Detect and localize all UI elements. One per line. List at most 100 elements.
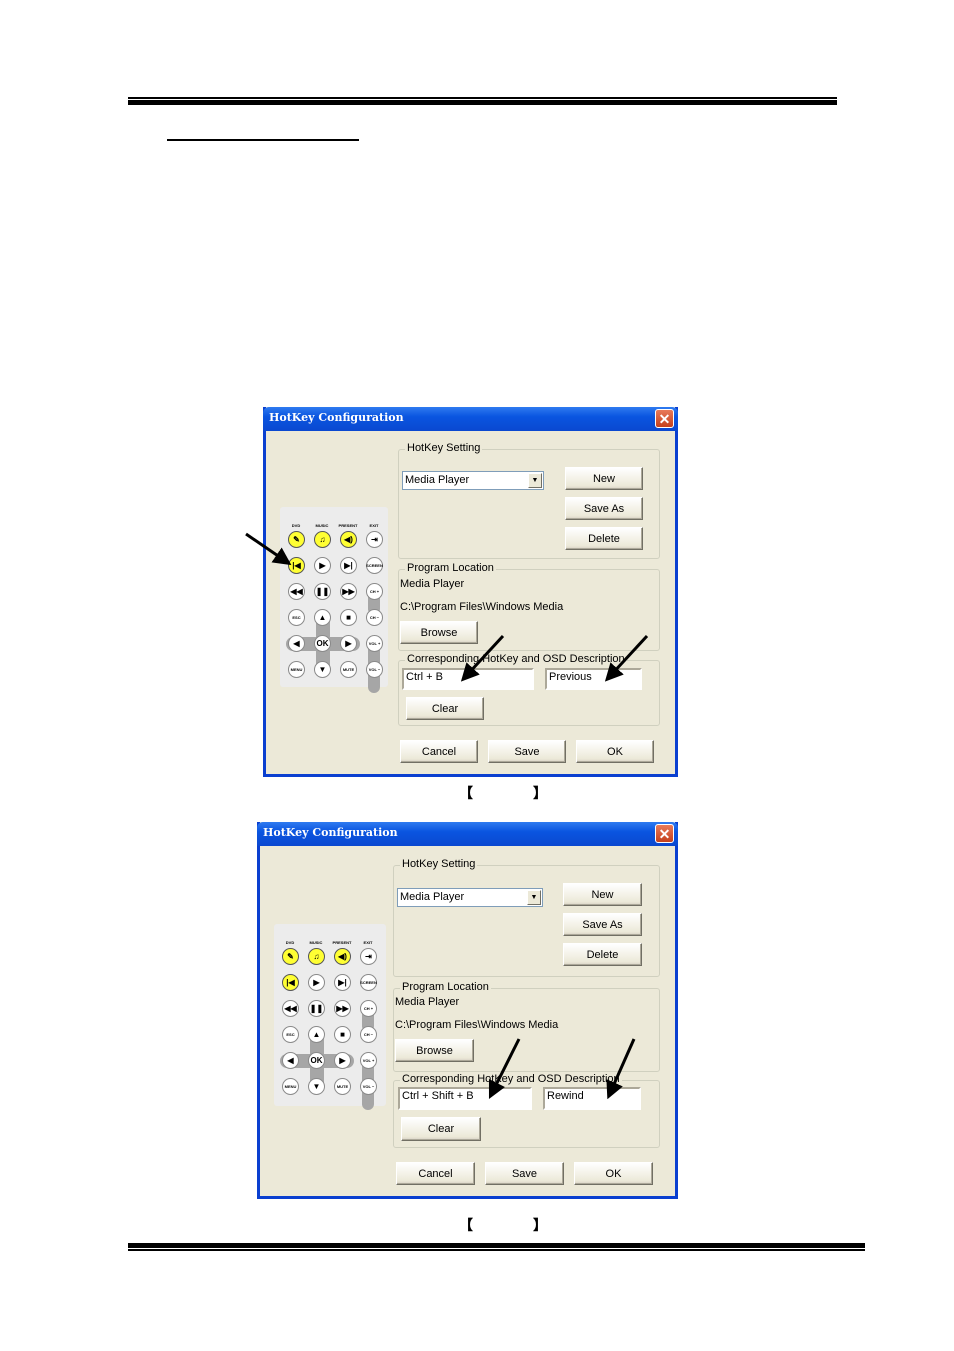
remote-down-button[interactable]: ▼ <box>308 1078 325 1095</box>
save-as-button[interactable]: Save As <box>563 913 642 936</box>
stop-icon: ■ <box>340 1030 345 1039</box>
remote-rewind-button[interactable]: ◀◀ <box>288 583 305 600</box>
title-bar[interactable]: HotKey Configuration ✕ <box>263 407 678 431</box>
osd-description-input[interactable]: Previous <box>545 668 642 690</box>
close-button[interactable]: ✕ <box>655 824 674 843</box>
program-select[interactable]: Media Player ▼ <box>397 888 543 907</box>
remote-menu-button[interactable]: MENU <box>282 1078 299 1095</box>
remote-label-present: PRESENT <box>338 523 358 528</box>
remote-ch-up-button[interactable]: CH + <box>360 1000 377 1017</box>
mute-icon: MUTE <box>336 1084 349 1089</box>
remote-right-button[interactable]: ▶ <box>340 635 357 652</box>
left-icon: ◀ <box>293 639 300 648</box>
remote-screen-button[interactable]: SCREEN <box>366 557 383 574</box>
previous-icon: |◀ <box>292 561 301 570</box>
program-select-value: Media Player <box>400 891 465 903</box>
remote-menu-button[interactable]: MENU <box>288 661 305 678</box>
remote-stop-button[interactable]: ■ <box>340 609 357 626</box>
remote-stop-button[interactable]: ■ <box>334 1026 351 1043</box>
screen-icon: SCREEN <box>360 980 377 985</box>
remote-pause-button[interactable]: ❚❚ <box>314 583 331 600</box>
save-button[interactable]: Save <box>485 1162 564 1185</box>
new-button[interactable]: New <box>565 467 643 490</box>
clear-button[interactable]: Clear <box>406 697 484 720</box>
remote-present-button[interactable]: ◀) <box>340 531 357 548</box>
remote-previous-button[interactable]: |◀ <box>282 974 299 991</box>
down-icon: ▼ <box>318 665 327 674</box>
remote-ch-down-button[interactable]: CH − <box>360 1026 377 1043</box>
remote-up-button[interactable]: ▲ <box>314 609 331 626</box>
close-button[interactable]: ✕ <box>655 409 674 428</box>
chevron-down-icon[interactable]: ▼ <box>528 473 542 488</box>
cancel-button[interactable]: Cancel <box>400 740 478 763</box>
right-icon: ▶ <box>339 1056 346 1065</box>
remote-rewind-button[interactable]: ◀◀ <box>282 1000 299 1017</box>
remote-ch-down-button[interactable]: CH − <box>366 609 383 626</box>
remote-play-button[interactable]: ▶ <box>308 974 325 991</box>
hotkey-input[interactable]: Ctrl + Shift + B <box>398 1087 532 1110</box>
remote-label-exit: EXIT <box>363 940 373 945</box>
ok-button[interactable]: OK <box>574 1162 653 1185</box>
chevron-down-icon[interactable]: ▼ <box>527 890 541 905</box>
ok-button[interactable]: OK <box>576 740 654 763</box>
save-as-button[interactable]: Save As <box>565 497 643 520</box>
program-select[interactable]: Media Player ▼ <box>402 471 544 490</box>
remote-ok-button[interactable]: OK <box>314 635 331 652</box>
browse-button[interactable]: Browse <box>395 1039 474 1062</box>
remote-exit-button[interactable]: ⇥ <box>360 948 377 965</box>
remote-vol-up-button[interactable]: VOL + <box>360 1052 377 1069</box>
ok-icon: OK <box>310 1056 323 1065</box>
menu-icon: MENU <box>284 1084 297 1089</box>
program-name: Media Player <box>400 578 465 590</box>
remote-left-button[interactable]: ◀ <box>288 635 305 652</box>
remote-exit-button[interactable]: ⇥ <box>366 531 383 548</box>
remote-dvd-button[interactable]: ✎ <box>288 531 305 548</box>
ch-up-icon: CH + <box>363 1006 374 1011</box>
clear-button[interactable]: Clear <box>401 1117 481 1141</box>
cancel-button[interactable]: Cancel <box>396 1162 475 1185</box>
section-heading-underline <box>167 139 359 141</box>
remote-down-button[interactable]: ▼ <box>314 661 331 678</box>
remote-music-button[interactable]: ♫ <box>314 531 331 548</box>
vol-down-icon: VOL − <box>368 667 381 672</box>
hotkey-input[interactable]: Ctrl + B <box>402 668 534 690</box>
remote-mute-button[interactable]: MUTE <box>334 1078 351 1095</box>
remote-up-button[interactable]: ▲ <box>308 1026 325 1043</box>
remote-ok-button[interactable]: OK <box>308 1052 325 1069</box>
remote-left-button[interactable]: ◀ <box>282 1052 299 1069</box>
delete-button[interactable]: Delete <box>563 943 642 966</box>
remote-music-button[interactable]: ♫ <box>308 948 325 965</box>
pause-icon: ❚❚ <box>315 587 330 596</box>
play-icon: ▶ <box>313 978 320 987</box>
delete-button[interactable]: Delete <box>565 527 643 550</box>
remote-mute-button[interactable]: MUTE <box>340 661 357 678</box>
dvd-icon: ✎ <box>293 535 300 544</box>
remote-forward-button[interactable]: ▶▶ <box>334 1000 351 1017</box>
remote-forward-button[interactable]: ▶▶ <box>340 583 357 600</box>
remote-vol-up-button[interactable]: VOL + <box>366 635 383 652</box>
remote-present-button[interactable]: ◀) <box>334 948 351 965</box>
osd-description-input[interactable]: Rewind <box>543 1087 641 1110</box>
title-bar[interactable]: HotKey Configuration ✕ <box>257 822 678 846</box>
browse-button[interactable]: Browse <box>400 621 478 644</box>
remote-esc-button[interactable]: ESC <box>288 609 305 626</box>
remote-ch-up-button[interactable]: CH + <box>366 583 383 600</box>
remote-vol-down-button[interactable]: VOL − <box>366 661 383 678</box>
exit-icon: ⇥ <box>371 535 378 544</box>
ch-up-icon: CH + <box>369 589 380 594</box>
save-button[interactable]: Save <box>488 740 566 763</box>
ch-down-icon: CH − <box>369 615 380 620</box>
remote-play-button[interactable]: ▶ <box>314 557 331 574</box>
remote-next-button[interactable]: ▶| <box>340 557 357 574</box>
remote-next-button[interactable]: ▶| <box>334 974 351 991</box>
remote-previous-button[interactable]: |◀ <box>288 557 305 574</box>
new-button[interactable]: New <box>563 883 642 906</box>
remote-dvd-button[interactable]: ✎ <box>282 948 299 965</box>
remote-right-button[interactable]: ▶ <box>334 1052 351 1069</box>
present-icon: ◀) <box>338 952 347 961</box>
footer-rule-thick <box>128 1243 865 1248</box>
remote-esc-button[interactable]: ESC <box>282 1026 299 1043</box>
remote-vol-down-button[interactable]: VOL − <box>360 1078 377 1095</box>
remote-screen-button[interactable]: SCREEN <box>360 974 377 991</box>
remote-pause-button[interactable]: ❚❚ <box>308 1000 325 1017</box>
